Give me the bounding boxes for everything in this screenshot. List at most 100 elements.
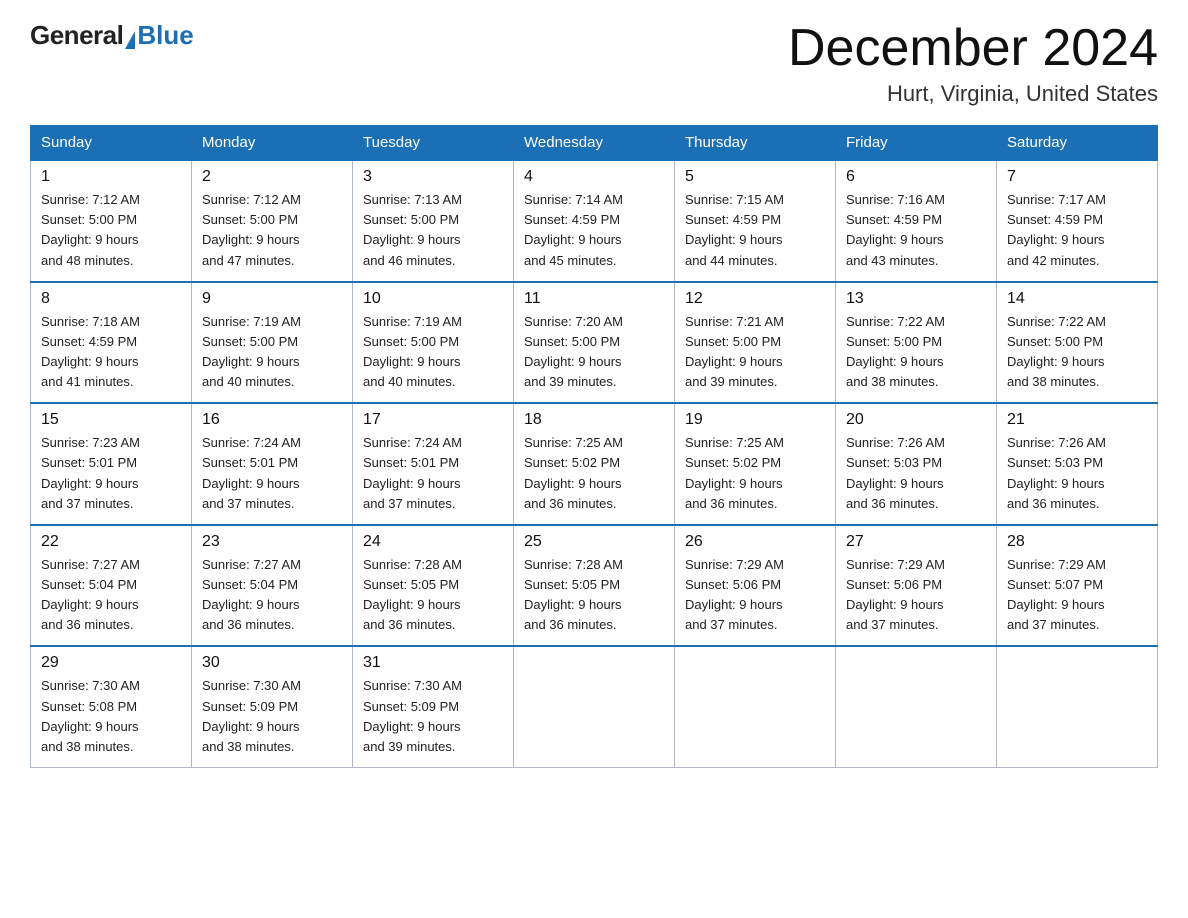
- day-number: 11: [524, 290, 664, 308]
- day-number: 28: [1007, 533, 1147, 551]
- day-number: 15: [41, 411, 181, 429]
- day-number: 6: [846, 168, 986, 186]
- logo-general-text: General: [30, 20, 123, 51]
- day-info: Sunrise: 7:30 AMSunset: 5:08 PMDaylight:…: [41, 678, 140, 753]
- calendar-cell: 17 Sunrise: 7:24 AMSunset: 5:01 PMDaylig…: [353, 403, 514, 525]
- calendar-cell: 22 Sunrise: 7:27 AMSunset: 5:04 PMDaylig…: [31, 525, 192, 647]
- day-info: Sunrise: 7:15 AMSunset: 4:59 PMDaylight:…: [685, 192, 784, 267]
- calendar-cell: 14 Sunrise: 7:22 AMSunset: 5:00 PMDaylig…: [997, 282, 1158, 404]
- day-info: Sunrise: 7:26 AMSunset: 5:03 PMDaylight:…: [846, 435, 945, 510]
- month-title: December 2024: [788, 20, 1158, 77]
- day-info: Sunrise: 7:19 AMSunset: 5:00 PMDaylight:…: [363, 314, 462, 389]
- day-number: 21: [1007, 411, 1147, 429]
- day-info: Sunrise: 7:30 AMSunset: 5:09 PMDaylight:…: [202, 678, 301, 753]
- title-block: December 2024 Hurt, Virginia, United Sta…: [788, 20, 1158, 107]
- calendar-week-row: 8 Sunrise: 7:18 AMSunset: 4:59 PMDayligh…: [31, 282, 1158, 404]
- calendar-cell: [514, 646, 675, 767]
- calendar-cell: 31 Sunrise: 7:30 AMSunset: 5:09 PMDaylig…: [353, 646, 514, 767]
- location-title: Hurt, Virginia, United States: [788, 81, 1158, 107]
- calendar-cell: 30 Sunrise: 7:30 AMSunset: 5:09 PMDaylig…: [192, 646, 353, 767]
- calendar-cell: 10 Sunrise: 7:19 AMSunset: 5:00 PMDaylig…: [353, 282, 514, 404]
- day-info: Sunrise: 7:12 AMSunset: 5:00 PMDaylight:…: [202, 192, 301, 267]
- calendar-cell: 19 Sunrise: 7:25 AMSunset: 5:02 PMDaylig…: [675, 403, 836, 525]
- day-number: 14: [1007, 290, 1147, 308]
- day-info: Sunrise: 7:29 AMSunset: 5:06 PMDaylight:…: [846, 557, 945, 632]
- day-info: Sunrise: 7:14 AMSunset: 4:59 PMDaylight:…: [524, 192, 623, 267]
- day-info: Sunrise: 7:12 AMSunset: 5:00 PMDaylight:…: [41, 192, 140, 267]
- day-number: 12: [685, 290, 825, 308]
- col-thursday: Thursday: [675, 126, 836, 161]
- col-saturday: Saturday: [997, 126, 1158, 161]
- calendar-cell: 7 Sunrise: 7:17 AMSunset: 4:59 PMDayligh…: [997, 160, 1158, 282]
- day-info: Sunrise: 7:23 AMSunset: 5:01 PMDaylight:…: [41, 435, 140, 510]
- day-info: Sunrise: 7:20 AMSunset: 5:00 PMDaylight:…: [524, 314, 623, 389]
- col-sunday: Sunday: [31, 126, 192, 161]
- day-number: 27: [846, 533, 986, 551]
- calendar-cell: 29 Sunrise: 7:30 AMSunset: 5:08 PMDaylig…: [31, 646, 192, 767]
- calendar-table: Sunday Monday Tuesday Wednesday Thursday…: [30, 125, 1158, 768]
- day-number: 16: [202, 411, 342, 429]
- calendar-cell: 16 Sunrise: 7:24 AMSunset: 5:01 PMDaylig…: [192, 403, 353, 525]
- day-number: 29: [41, 654, 181, 672]
- day-info: Sunrise: 7:26 AMSunset: 5:03 PMDaylight:…: [1007, 435, 1106, 510]
- day-number: 13: [846, 290, 986, 308]
- calendar-cell: 26 Sunrise: 7:29 AMSunset: 5:06 PMDaylig…: [675, 525, 836, 647]
- calendar-cell: 15 Sunrise: 7:23 AMSunset: 5:01 PMDaylig…: [31, 403, 192, 525]
- calendar-cell: 25 Sunrise: 7:28 AMSunset: 5:05 PMDaylig…: [514, 525, 675, 647]
- calendar-cell: 3 Sunrise: 7:13 AMSunset: 5:00 PMDayligh…: [353, 160, 514, 282]
- col-tuesday: Tuesday: [353, 126, 514, 161]
- logo-triangle-icon: [125, 31, 135, 49]
- day-info: Sunrise: 7:17 AMSunset: 4:59 PMDaylight:…: [1007, 192, 1106, 267]
- calendar-cell: 18 Sunrise: 7:25 AMSunset: 5:02 PMDaylig…: [514, 403, 675, 525]
- calendar-cell: 9 Sunrise: 7:19 AMSunset: 5:00 PMDayligh…: [192, 282, 353, 404]
- calendar-cell: 1 Sunrise: 7:12 AMSunset: 5:00 PMDayligh…: [31, 160, 192, 282]
- calendar-cell: 21 Sunrise: 7:26 AMSunset: 5:03 PMDaylig…: [997, 403, 1158, 525]
- day-number: 19: [685, 411, 825, 429]
- logo: General Blue: [30, 20, 194, 51]
- day-info: Sunrise: 7:29 AMSunset: 5:07 PMDaylight:…: [1007, 557, 1106, 632]
- day-info: Sunrise: 7:16 AMSunset: 4:59 PMDaylight:…: [846, 192, 945, 267]
- day-info: Sunrise: 7:29 AMSunset: 5:06 PMDaylight:…: [685, 557, 784, 632]
- calendar-cell: 24 Sunrise: 7:28 AMSunset: 5:05 PMDaylig…: [353, 525, 514, 647]
- day-info: Sunrise: 7:13 AMSunset: 5:00 PMDaylight:…: [363, 192, 462, 267]
- day-number: 26: [685, 533, 825, 551]
- day-number: 25: [524, 533, 664, 551]
- calendar-cell: [675, 646, 836, 767]
- calendar-cell: 8 Sunrise: 7:18 AMSunset: 4:59 PMDayligh…: [31, 282, 192, 404]
- calendar-week-row: 15 Sunrise: 7:23 AMSunset: 5:01 PMDaylig…: [31, 403, 1158, 525]
- day-info: Sunrise: 7:21 AMSunset: 5:00 PMDaylight:…: [685, 314, 784, 389]
- day-info: Sunrise: 7:27 AMSunset: 5:04 PMDaylight:…: [202, 557, 301, 632]
- day-info: Sunrise: 7:24 AMSunset: 5:01 PMDaylight:…: [363, 435, 462, 510]
- day-number: 7: [1007, 168, 1147, 186]
- day-info: Sunrise: 7:30 AMSunset: 5:09 PMDaylight:…: [363, 678, 462, 753]
- day-number: 10: [363, 290, 503, 308]
- calendar-cell: 23 Sunrise: 7:27 AMSunset: 5:04 PMDaylig…: [192, 525, 353, 647]
- col-wednesday: Wednesday: [514, 126, 675, 161]
- day-number: 30: [202, 654, 342, 672]
- day-number: 20: [846, 411, 986, 429]
- day-info: Sunrise: 7:28 AMSunset: 5:05 PMDaylight:…: [363, 557, 462, 632]
- day-number: 24: [363, 533, 503, 551]
- calendar-cell: 12 Sunrise: 7:21 AMSunset: 5:00 PMDaylig…: [675, 282, 836, 404]
- day-number: 17: [363, 411, 503, 429]
- day-number: 2: [202, 168, 342, 186]
- day-number: 1: [41, 168, 181, 186]
- calendar-cell: [836, 646, 997, 767]
- day-info: Sunrise: 7:19 AMSunset: 5:00 PMDaylight:…: [202, 314, 301, 389]
- day-info: Sunrise: 7:22 AMSunset: 5:00 PMDaylight:…: [846, 314, 945, 389]
- calendar-cell: 20 Sunrise: 7:26 AMSunset: 5:03 PMDaylig…: [836, 403, 997, 525]
- calendar-cell: 13 Sunrise: 7:22 AMSunset: 5:00 PMDaylig…: [836, 282, 997, 404]
- page-header: General Blue December 2024 Hurt, Virgini…: [30, 20, 1158, 107]
- calendar-cell: 27 Sunrise: 7:29 AMSunset: 5:06 PMDaylig…: [836, 525, 997, 647]
- day-number: 23: [202, 533, 342, 551]
- day-number: 22: [41, 533, 181, 551]
- calendar-cell: 11 Sunrise: 7:20 AMSunset: 5:00 PMDaylig…: [514, 282, 675, 404]
- day-info: Sunrise: 7:28 AMSunset: 5:05 PMDaylight:…: [524, 557, 623, 632]
- day-number: 18: [524, 411, 664, 429]
- calendar-cell: 5 Sunrise: 7:15 AMSunset: 4:59 PMDayligh…: [675, 160, 836, 282]
- day-info: Sunrise: 7:22 AMSunset: 5:00 PMDaylight:…: [1007, 314, 1106, 389]
- calendar-cell: 6 Sunrise: 7:16 AMSunset: 4:59 PMDayligh…: [836, 160, 997, 282]
- calendar-cell: 2 Sunrise: 7:12 AMSunset: 5:00 PMDayligh…: [192, 160, 353, 282]
- calendar-week-row: 22 Sunrise: 7:27 AMSunset: 5:04 PMDaylig…: [31, 525, 1158, 647]
- day-number: 4: [524, 168, 664, 186]
